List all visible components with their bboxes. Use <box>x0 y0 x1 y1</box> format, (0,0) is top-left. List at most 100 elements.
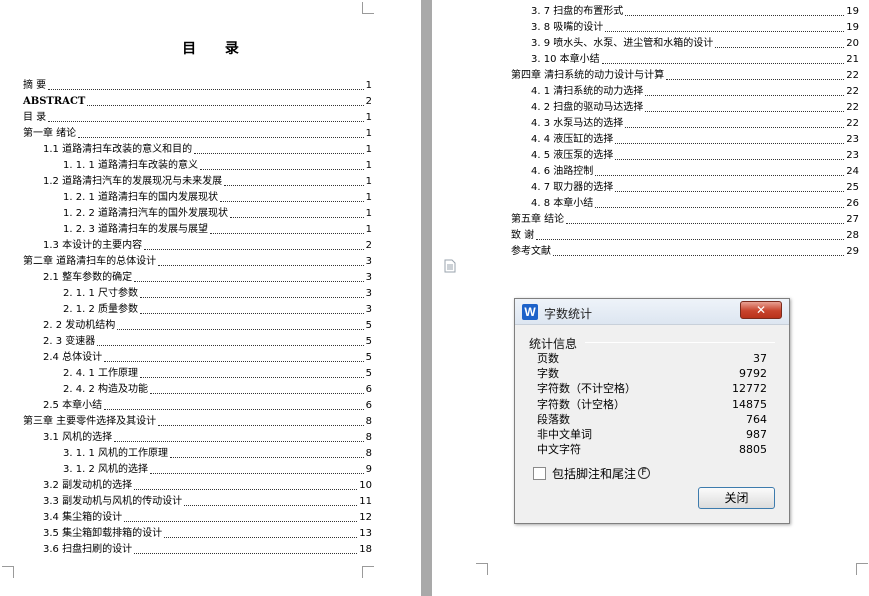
toc-dot-leader <box>134 489 358 490</box>
toc-entry[interactable]: 第五章 结论 27 <box>511 210 859 226</box>
include-footnotes-option[interactable]: 包括脚注和尾注 F <box>533 465 651 481</box>
toc-dot-leader <box>595 207 845 208</box>
toc-entry-page: 1 <box>365 208 372 219</box>
toc-entry-page: 2 <box>365 240 372 251</box>
toc-entry[interactable]: 4. 2 扫盘的驱动马达选择 22 <box>531 98 859 114</box>
toc-entry[interactable]: 3.3 副发动机与风机的传动设计 11 <box>43 492 372 508</box>
toc-entry[interactable]: 1.3 本设计的主要内容 2 <box>43 236 372 252</box>
toc-entry[interactable]: 2. 3 变速器 5 <box>43 332 372 348</box>
toc-entry[interactable]: 2.1 整车参数的确定 3 <box>43 268 372 284</box>
close-button[interactable]: 关闭 <box>698 487 775 509</box>
toc-dot-leader <box>209 233 364 234</box>
stat-label: 段落数 <box>537 412 570 426</box>
toc-entry[interactable]: 第二章 道路清扫车的总体设计 3 <box>23 252 372 268</box>
toc-entry[interactable]: 2. 1. 1 尺寸参数 3 <box>63 284 372 300</box>
toc-entry[interactable]: 参考文献 29 <box>511 242 859 258</box>
toc-dot-leader <box>625 15 845 16</box>
dialog-title-bar[interactable]: W 字数统计 ✕ <box>515 299 789 325</box>
toc-dot-leader <box>87 105 364 106</box>
toc-entry[interactable]: 3.2 副发动机的选择 10 <box>43 476 372 492</box>
include-footnotes-checkbox[interactable] <box>533 466 546 480</box>
toc-entry-page: 3 <box>365 256 372 267</box>
toc-entry[interactable]: 1.1 道路清扫车改装的意义和目的 1 <box>43 140 372 156</box>
toc-entry-page: 1 <box>365 80 372 91</box>
stat-value: 12772 <box>732 382 767 396</box>
toc-entry-title: 致 谢 <box>511 230 535 241</box>
toc-entry-title: 1.2 道路清扫汽车的发展现况与未来发展 <box>43 176 223 187</box>
dialog-title: 字数统计 <box>544 307 593 321</box>
toc-entry-title: 参考文献 <box>511 246 551 257</box>
toc-entry[interactable]: 2.4 总体设计 5 <box>43 348 372 364</box>
stat-row: 非中文单词 987 <box>537 427 767 442</box>
toc-entry[interactable]: 4. 1 清扫系统的动力选择 22 <box>531 82 859 98</box>
toc-entry[interactable]: 致 谢 28 <box>511 226 859 242</box>
toc-entry[interactable]: 3. 1. 1 风机的工作原理 8 <box>63 444 372 460</box>
toc-entry[interactable]: 2. 1. 2 质量参数 3 <box>63 300 372 316</box>
page-corner-mark <box>476 563 488 575</box>
toc-entry-page: 1 <box>365 176 372 187</box>
document-page-icon[interactable] <box>444 259 456 273</box>
toc-entry-page: 20 <box>846 38 859 49</box>
toc-entry[interactable]: 3. 1. 2 风机的选择 9 <box>63 460 372 476</box>
toc-entry-page: 3 <box>365 272 372 283</box>
toc-entry-page: 18 <box>359 544 372 555</box>
toc-dot-leader <box>164 537 358 538</box>
toc-entry[interactable]: 摘 要 1 <box>23 76 372 92</box>
close-icon[interactable]: ✕ <box>740 301 782 319</box>
toc-entry[interactable]: 2. 4. 1 工作原理 5 <box>63 364 372 380</box>
toc-entry[interactable]: 4. 6 油路控制 24 <box>531 162 859 178</box>
toc-entry[interactable]: 4. 8 本章小结 26 <box>531 194 859 210</box>
toc-entry[interactable]: 1. 2. 2 道路清扫汽车的国外发展现状 1 <box>63 204 372 220</box>
toc-entry[interactable]: ABSTRACT 2 <box>23 92 372 108</box>
toc-entry[interactable]: 3. 9 喷水头、水泵、进尘管和水箱的设计 20 <box>531 34 859 50</box>
toc-entry-page: 22 <box>846 118 859 129</box>
toc-entry[interactable]: 1. 2. 1 道路清扫车的国内发展现状 1 <box>63 188 372 204</box>
toc-entry-title: 1. 2. 1 道路清扫车的国内发展现状 <box>63 192 218 203</box>
toc-entry[interactable]: 1. 2. 3 道路清扫车的发展与展望 1 <box>63 220 372 236</box>
toc-dot-leader <box>158 265 364 266</box>
toc-entry-title: 4. 1 清扫系统的动力选择 <box>531 86 644 97</box>
toc-entry[interactable]: 目 录 1 <box>23 108 372 124</box>
accelerator-key: F <box>638 467 651 479</box>
toc-entry[interactable]: 3.6 扫盘扫刷的设计 18 <box>43 540 372 556</box>
toc-entry[interactable]: 2. 2 发动机结构 5 <box>43 316 372 332</box>
page-corner-mark <box>362 566 374 578</box>
toc-entry[interactable]: 3. 8 吸嘴的设计 19 <box>531 18 859 34</box>
toc-entry[interactable]: 第一章 绪论 1 <box>23 124 372 140</box>
toc-entry[interactable]: 4. 5 液压泵的选择 23 <box>531 146 859 162</box>
toc-entry-page: 5 <box>365 320 372 331</box>
toc-dot-leader <box>169 457 364 458</box>
toc-entry-page: 26 <box>846 198 859 209</box>
toc-dot-leader <box>139 297 364 298</box>
toc-entry[interactable]: 3.4 集尘箱的设计 12 <box>43 508 372 524</box>
toc-entry-page: 8 <box>365 448 372 459</box>
toc-dot-leader <box>645 95 845 96</box>
toc-entry[interactable]: 1. 1. 1 道路清扫车改装的意义 1 <box>63 156 372 172</box>
page-corner-mark <box>2 566 14 578</box>
toc-entry-title: 3.5 集尘箱卸载排箱的设计 <box>43 528 163 539</box>
toc-entry[interactable]: 3. 7 扫盘的布置形式 19 <box>531 2 859 18</box>
toc-dot-leader <box>229 217 364 218</box>
toc-entry-title: 3. 8 吸嘴的设计 <box>531 22 604 33</box>
toc-dot-leader <box>158 425 364 426</box>
toc-entry[interactable]: 3. 10 本章小结 21 <box>531 50 859 66</box>
toc-entry-page: 3 <box>365 304 372 315</box>
stat-value: 764 <box>746 412 767 426</box>
toc-entry[interactable]: 2.5 本章小结 6 <box>43 396 372 412</box>
stat-row: 字符数（计空格） 14875 <box>537 397 767 412</box>
toc-entry[interactable]: 4. 7 取力器的选择 25 <box>531 178 859 194</box>
toc-entry[interactable]: 4. 3 水泵马达的选择 22 <box>531 114 859 130</box>
toc-entry[interactable]: 2. 4. 2 构造及功能 6 <box>63 380 372 396</box>
toc-dot-leader <box>134 553 358 554</box>
stat-label: 页数 <box>537 352 559 365</box>
toc-entry[interactable]: 4. 4 液压缸的选择 23 <box>531 130 859 146</box>
page-corner-mark <box>362 2 374 14</box>
toc-entry[interactable]: 第四章 清扫系统的动力设计与计算 22 <box>511 66 859 82</box>
toc-entry-title: 2. 4. 1 工作原理 <box>63 368 138 379</box>
toc-entry-title: 2. 4. 2 构造及功能 <box>63 384 148 395</box>
toc-entry[interactable]: 1.2 道路清扫汽车的发展现况与未来发展 1 <box>43 172 372 188</box>
toc-entry-title: 第一章 绪论 <box>23 128 77 139</box>
toc-entry[interactable]: 第三章 主要零件选择及其设计 8 <box>23 412 372 428</box>
toc-entry[interactable]: 3.1 风机的选择 8 <box>43 428 372 444</box>
toc-entry[interactable]: 3.5 集尘箱卸载排箱的设计 13 <box>43 524 372 540</box>
